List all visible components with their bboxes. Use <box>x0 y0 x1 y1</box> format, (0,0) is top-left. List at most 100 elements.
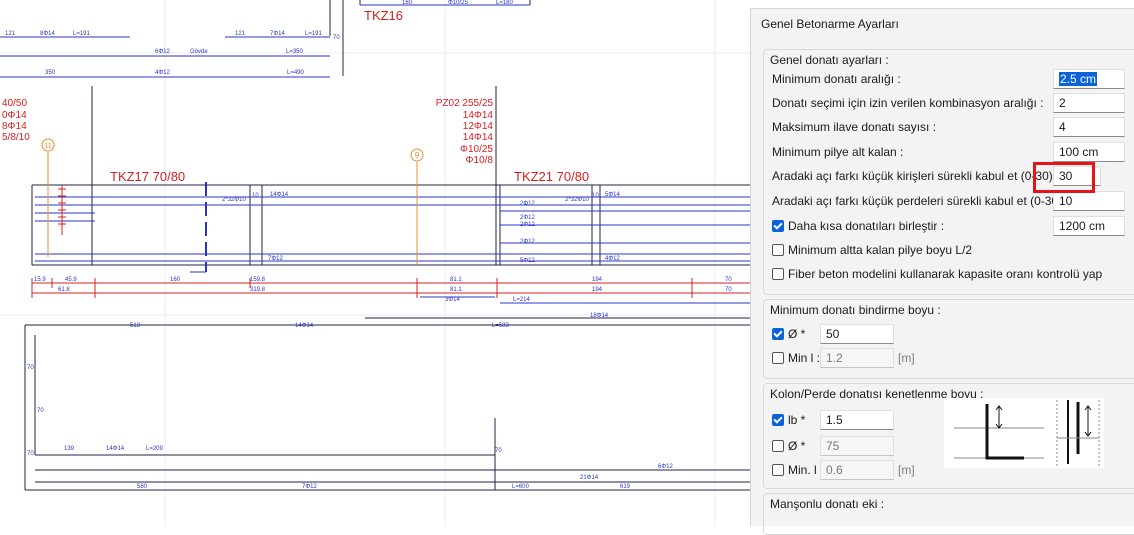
axis-bubble-9: 9 <box>415 151 420 160</box>
rebar-annotation: L=191 <box>305 31 323 37</box>
wall-label-line: 14Φ14 <box>463 132 494 143</box>
rebar-annotation: 70 <box>725 277 732 283</box>
rebar-annotation: 2*32Φ10 <box>565 197 589 203</box>
merge-short-checkbox[interactable] <box>772 220 784 232</box>
row-merge-short: Daha kısa donatıları birleştir : <box>772 216 944 236</box>
rebar-annotation: 2Φ12 <box>520 239 535 245</box>
row-anchorage-lb: lb * <box>772 410 805 430</box>
overlap-dia-input[interactable]: 50 <box>820 324 894 344</box>
rebar-annotation: 8Φ14 <box>40 31 55 37</box>
anchorage-dia-input[interactable]: 75 <box>820 436 894 456</box>
merge-short-input[interactable]: 1200 cm <box>1053 216 1125 236</box>
group-title: Manşonlu donatı eki : <box>770 497 885 511</box>
max-extra-input[interactable]: 4 <box>1053 117 1125 137</box>
fiber-checkbox[interactable] <box>772 268 784 280</box>
axis-bubble-11: 11 <box>44 143 51 150</box>
wall-label-line: 12Φ14 <box>463 121 494 132</box>
rebar-annotation: 121 <box>235 31 246 37</box>
row-anchorage-minl: Min. l : <box>772 460 823 480</box>
rebar-annotation: L=350 <box>286 49 304 55</box>
wall-label-line: 14Φ14 <box>463 110 494 121</box>
rebar-annotation: L=490 <box>287 70 305 76</box>
rebar-annotation: 14Φ14 <box>270 192 289 198</box>
group-coupler: Manşonlu donatı eki : <box>763 493 1134 535</box>
row-overlap-dia: Ø * <box>772 324 805 344</box>
anchorage-diagram-image <box>944 398 1104 468</box>
rebar-annotation: 4Φ12 <box>605 256 620 262</box>
rebar-annotation: 350 <box>45 70 56 76</box>
min-spacing-input[interactable]: 2.5 cm <box>1053 69 1125 89</box>
row-min-pile: Minimum pilye alt kalan : <box>772 142 903 162</box>
overlap-minl-input[interactable]: 1.2 <box>820 348 894 368</box>
rebar-annotation: L=209 <box>146 446 164 452</box>
rebar-annotation: 194 <box>592 277 603 283</box>
row-fiber: Fiber beton modelini kullanarak kapasite… <box>772 264 1102 284</box>
row-combo-range: Donatı seçimi için izin verilen kombinas… <box>772 93 1043 113</box>
rebar-annotation: 121 <box>5 31 16 37</box>
rebar-annotation: L=180 <box>496 0 514 6</box>
column-label-line: 0Φ14 <box>2 110 27 121</box>
rebar-annotation: 18Φ14 <box>590 313 609 319</box>
anchorage-lb-input[interactable]: 1.5 <box>820 410 894 430</box>
overlap-minl-checkbox[interactable] <box>772 352 784 364</box>
row-min-spacing: Minimum donatı aralığı : <box>772 69 901 89</box>
rebar-annotation: L=214 <box>513 297 531 303</box>
rebar-annotation: Gövde <box>190 49 208 55</box>
anchorage-lb-label: lb * <box>788 413 806 427</box>
rebar-annotation: 70 <box>495 448 502 454</box>
combo-range-input[interactable]: 2 <box>1053 93 1125 113</box>
min-spacing-label: Minimum donatı aralığı : <box>772 72 901 86</box>
row-wall-angle: Aradaki açı farkı küçük perdeleri sürekl… <box>772 191 1069 211</box>
column-label-line: 5/8/10 <box>2 132 30 143</box>
rebar-annotation: 3Φ14 <box>445 297 460 303</box>
fiber-label: Fiber beton modelini kullanarak kapasite… <box>788 267 1103 281</box>
rebar-annotation: 319.8 <box>250 287 266 293</box>
rebar-annotation: 160 <box>170 277 181 283</box>
rebar-annotation: 160 <box>402 0 413 6</box>
rebar-annotation: L=191 <box>73 31 91 37</box>
rebar-annotation: 61.8 <box>58 287 70 293</box>
rebar-annotation: 70 <box>27 365 34 371</box>
anchorage-minl-checkbox[interactable] <box>772 464 784 476</box>
group-anchorage: Kolon/Perde donatısı kenetlenme boyu : l… <box>763 383 1134 489</box>
rebar-annotation: 70 <box>27 451 34 457</box>
rebar-annotation: 7Φ12 <box>268 256 283 262</box>
rebar-annotation: 70 <box>333 35 340 41</box>
rebar-annotation: 5Φ12 <box>520 258 535 264</box>
overlap-dia-checkbox[interactable] <box>772 328 784 340</box>
rebar-annotation: L=600 <box>512 484 530 490</box>
min-pile-input[interactable]: 100 cm <box>1053 142 1125 162</box>
rebar-annotation: 14Φ14 <box>295 323 314 329</box>
beam-label-tkz21: TKZ21 70/80 <box>514 169 589 184</box>
wall-angle-label: Aradaki açı farkı küçük perdeleri sürekl… <box>772 194 1069 208</box>
rebar-annotation: 10 <box>252 193 259 199</box>
rebar-annotation: 81.1 <box>450 287 462 293</box>
row-anchorage-dia: Ø * <box>772 436 805 456</box>
group-min-overlap: Minimum donatı bindirme boyu : Ø * 50 Mi… <box>763 299 1134 379</box>
min-bottom-pile-checkbox[interactable] <box>772 244 784 256</box>
rebar-annotation: 2*32Φ10 <box>222 197 246 203</box>
combo-range-label: Donatı seçimi için izin verilen kombinas… <box>772 96 1044 110</box>
wall-label-line: PZ02 255/25 <box>436 98 494 109</box>
rebar-annotation: 580 <box>137 484 148 490</box>
wall-angle-input[interactable]: 10 <box>1053 191 1125 211</box>
rebar-annotation: 2Φ12 <box>520 215 535 221</box>
group-title: Minimum donatı bindirme boyu : <box>770 303 941 317</box>
beam-angle-label: Aradaki açı farkı küçük kirişleri sürekl… <box>772 169 1060 183</box>
rebar-annotation: 45.9 <box>65 277 77 283</box>
rebar-annotation: 81.1 <box>450 277 462 283</box>
anchorage-minl-input[interactable]: 0.6 <box>820 460 894 480</box>
anchorage-dia-label: Ø * <box>788 439 806 453</box>
max-extra-label: Maksimum ilave donatı sayısı : <box>772 120 937 134</box>
wall-label-line: Φ10/8 <box>466 155 494 166</box>
column-label-line: 8Φ14 <box>2 121 27 132</box>
rebar-annotation: 7Φ14 <box>270 31 285 37</box>
rebar-annotation: 139 <box>64 446 75 452</box>
anchorage-dia-checkbox[interactable] <box>772 440 784 452</box>
anchorage-lb-checkbox[interactable] <box>772 414 784 426</box>
rebar-annotation: 619 <box>620 484 631 490</box>
row-beam-angle: Aradaki açı farkı küçük kirişleri sürekl… <box>772 166 1059 186</box>
rebar-annotation: 159.8 <box>250 277 266 283</box>
min-pile-label: Minimum pilye alt kalan : <box>772 145 904 159</box>
row-min-bottom-pile: Minimum altta kalan pilye boyu L/2 <box>772 240 972 260</box>
